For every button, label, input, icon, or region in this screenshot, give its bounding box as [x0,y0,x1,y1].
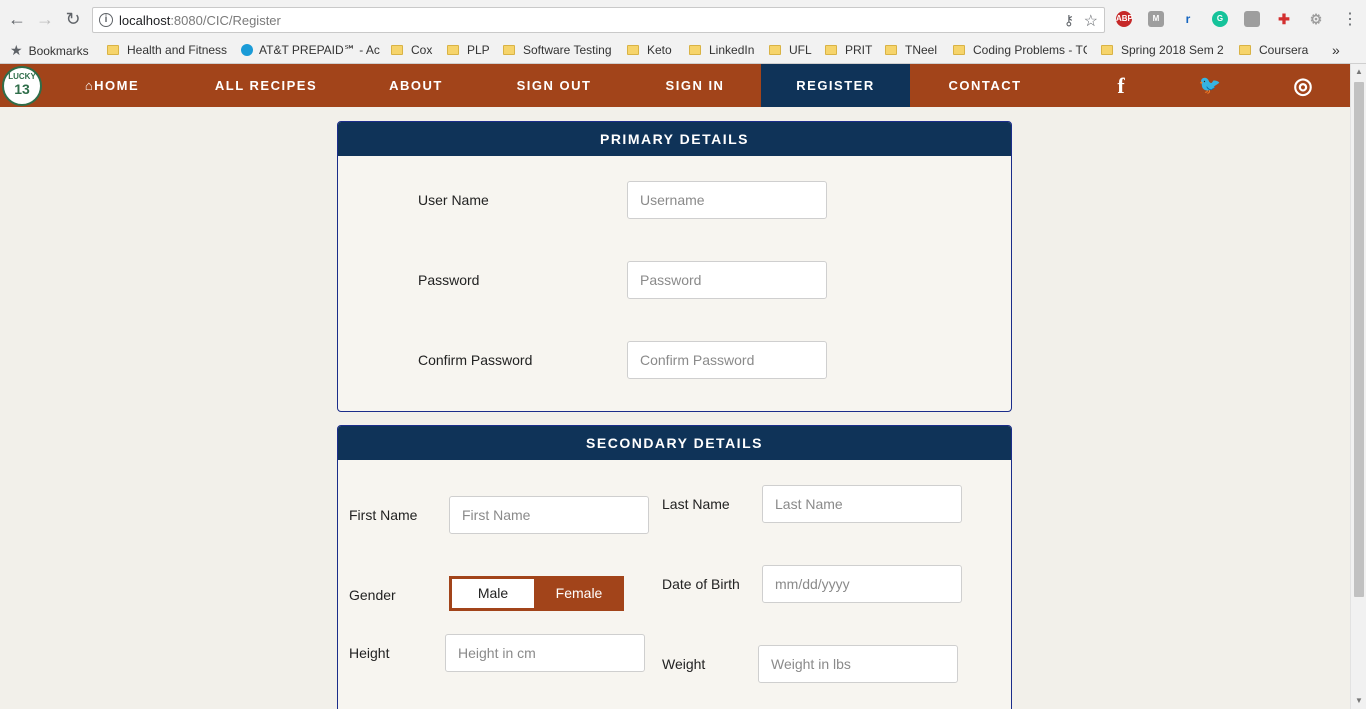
nav-contact[interactable]: CONTACT [928,64,1042,107]
grammarly-icon[interactable]: G [1212,11,1228,27]
adblock-icon[interactable]: ABP [1116,11,1133,27]
extension-r-icon[interactable]: r [1180,11,1196,27]
site-navbar: LUCKY 13 ⌂HOME ALL RECIPES ABOUT SIGN OU… [0,64,1350,107]
url-text[interactable]: localhost:8080/CIC/Register [119,13,281,28]
folder-icon [769,45,781,55]
bookmark-item[interactable]: Coursera [1239,42,1308,58]
nav-all-recipes[interactable]: ALL RECIPES [196,64,336,107]
username-input[interactable] [627,181,827,219]
reload-icon[interactable]: ↻ [62,8,84,30]
chrome-menu-icon[interactable]: ⋮ [1342,9,1358,29]
confirm-password-label: Confirm Password [418,352,533,368]
nav-sign-in[interactable]: SIGN IN [640,64,750,107]
weight-input[interactable] [758,645,958,683]
username-label: User Name [418,192,489,208]
bookmark-item[interactable]: AT&T PREPAID℠ - Ac [241,42,380,58]
gender-male-option[interactable]: Male [452,579,534,608]
password-label: Password [418,272,480,288]
more-bookmarks-button[interactable]: » [1332,42,1340,58]
bookmark-item[interactable]: Coding Problems - TC [953,42,1087,58]
gender-label: Gender [349,587,396,603]
confirm-password-input[interactable] [627,341,827,379]
bookmark-item[interactable]: LinkedIn [689,42,754,58]
folder-icon [503,45,515,55]
last-name-label: Last Name [662,496,730,512]
bookmark-item[interactable]: Keto [627,42,672,58]
gender-toggle: Male Female [449,576,624,611]
primary-details-panel: PRIMARY DETAILS User Name Password Confi… [337,121,1012,412]
scroll-up-icon[interactable]: ▲ [1351,64,1366,80]
bookmarks-bar: ★ Bookmarks Health and Fitness AT&T PREPA… [0,38,1366,62]
nav-home[interactable]: ⌂HOME [66,64,158,107]
folder-icon [689,45,701,55]
password-input[interactable] [627,261,827,299]
browser-toolbar: ← → ↻ i localhost:8080/CIC/Register ⚷ ☆ … [0,0,1366,38]
bookmark-item[interactable]: Spring 2018 Sem 2 [1101,42,1224,58]
bookmark-item[interactable]: PLP [447,42,490,58]
dob-input[interactable] [762,565,962,603]
folder-icon [391,45,403,55]
att-icon [241,44,253,56]
height-label: Height [349,645,390,661]
page-scrollbar[interactable]: ▲ ▼ [1350,64,1366,709]
key-icon[interactable]: ⚷ [1064,12,1074,29]
nav-about[interactable]: ABOUT [366,64,466,107]
secondary-details-panel: SECONDARY DETAILS First Name Last Name G… [337,425,1012,709]
instagram-icon[interactable]: ◎ [1288,64,1318,107]
bookmark-item[interactable]: Software Testing [503,42,612,58]
primary-details-title: PRIMARY DETAILS [338,122,1011,156]
bookmark-item[interactable]: Cox [391,42,432,58]
gender-female-option[interactable]: Female [537,579,621,608]
plus-extension-icon[interactable]: ✚ [1276,11,1292,27]
folder-icon [1239,45,1251,55]
folder-icon [447,45,459,55]
address-bar[interactable]: i localhost:8080/CIC/Register ⚷ ☆ [92,7,1105,33]
m-extension-icon[interactable]: M [1148,11,1164,27]
last-name-input[interactable] [762,485,962,523]
nav-register[interactable]: REGISTER [761,64,910,107]
dob-label: Date of Birth [662,576,740,592]
first-name-label: First Name [349,507,418,523]
home-icon: ⌂ [84,78,95,93]
folder-icon [825,45,837,55]
gear-icon[interactable]: ⚙ [1308,11,1324,27]
bookmark-item[interactable]: Health and Fitness [107,42,227,58]
folder-icon [627,45,639,55]
facebook-icon[interactable]: f [1106,64,1136,107]
nav-sign-out[interactable]: SIGN OUT [494,64,614,107]
browser-chrome: ← → ↻ i localhost:8080/CIC/Register ⚷ ☆ … [0,0,1366,64]
bookmark-item[interactable]: PRIT [825,42,872,58]
scroll-down-icon[interactable]: ▼ [1351,693,1366,709]
bookmark-star-icon[interactable]: ☆ [1084,11,1098,31]
folder-icon [107,45,119,55]
back-icon[interactable]: ← [6,8,28,30]
bookmark-item[interactable]: UFL [769,42,812,58]
folder-icon [885,45,897,55]
site-logo[interactable]: LUCKY 13 [2,66,42,106]
weight-label: Weight [662,656,706,672]
secondary-details-title: SECONDARY DETAILS [338,426,1011,460]
first-name-input[interactable] [449,496,649,534]
scrollbar-thumb[interactable] [1354,82,1364,597]
folder-icon [1101,45,1113,55]
puzzle-extension-icon[interactable] [1244,11,1260,27]
info-icon[interactable]: i [99,13,113,27]
bookmark-item[interactable]: ★ Bookmarks [10,42,89,58]
forward-icon[interactable]: → [34,8,56,30]
height-input[interactable] [445,634,645,672]
folder-icon [953,45,965,55]
star-icon: ★ [10,42,23,58]
bookmark-item[interactable]: TNeel [885,42,937,58]
twitter-icon[interactable]: 🐦 [1195,64,1225,107]
